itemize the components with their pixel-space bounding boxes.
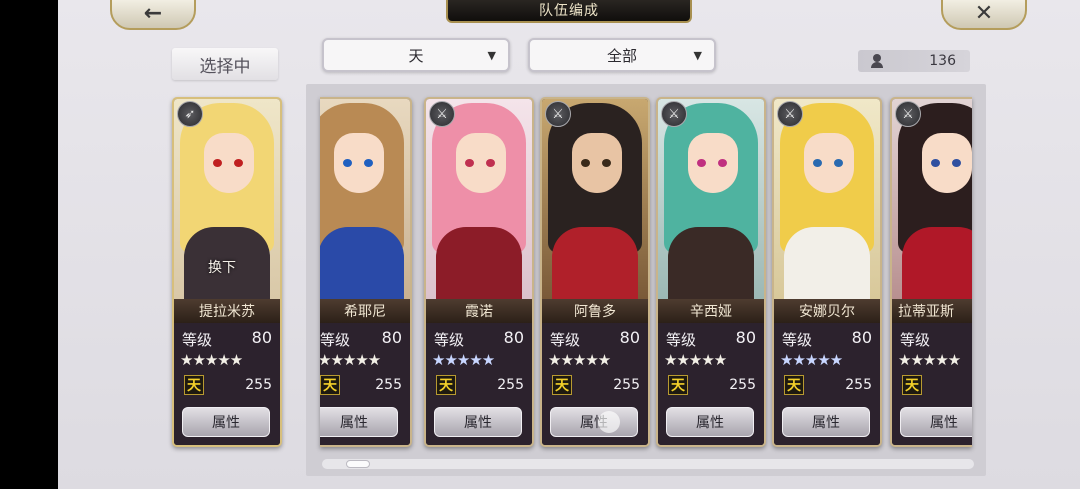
character-info: 等级 80 ★★★★★ 天 255 属性 — [774, 323, 880, 445]
chevron-down-icon: ▼ — [487, 49, 496, 62]
character-portrait — [426, 99, 532, 301]
power-value: 255 — [497, 377, 524, 393]
horizontal-scrollbar[interactable] — [322, 459, 974, 469]
attribute-badge-icon: 天 — [784, 375, 804, 395]
attribute-badge-icon: 天 — [184, 375, 204, 395]
category-filter-dropdown[interactable]: 全部 ▼ — [528, 38, 716, 72]
back-arrow-icon: ← — [143, 0, 163, 26]
attribute-badge-icon: 天 — [320, 375, 340, 395]
character-info: 等级 80 ★★★★★ 天 255 属性 — [426, 323, 532, 445]
weapon-class-icon: ⚔ — [545, 101, 571, 127]
star-rating: ★★★★★ — [548, 351, 611, 369]
character-card[interactable]: ⚔ 霞诺 等级 80 ★★★★★ 天 255 属性 — [424, 97, 534, 447]
power-value: 255 — [729, 377, 756, 393]
power-value: 255 — [845, 377, 872, 393]
user-icon — [870, 54, 884, 68]
character-name: 希耶尼 — [320, 299, 410, 323]
rank-filter-dropdown[interactable]: 天 ▼ — [322, 38, 510, 72]
character-name: 拉蒂亚斯 — [892, 299, 972, 323]
selected-character-card[interactable]: ➶ 换下 提拉米苏 等级 80 ★★★★★ 天 255 属性 — [172, 97, 282, 447]
weapon-class-icon: ⚔ — [895, 101, 921, 127]
attribute-badge-icon: 天 — [668, 375, 688, 395]
character-card[interactable]: 希耶尼 等级 80 ★★★★★ 天 255 属性 — [320, 97, 412, 447]
character-name: 辛西娅 — [658, 299, 764, 323]
character-card[interactable]: ⚔ 阿鲁多 等级 80 ★★★★★ 天 255 属性 — [540, 97, 650, 447]
level-value: 80 — [735, 328, 756, 347]
character-info: 等级 80 ★★★★★ 天 255 属性 — [320, 323, 410, 445]
character-portrait — [892, 99, 972, 301]
team-formation-screen: ← 队伍编成 ✕ 选择中 天 ▼ 全部 ▼ 136 ➶ 换下 提拉米苏 等级 8… — [58, 0, 1080, 489]
attribute-badge-icon: 天 — [552, 375, 572, 395]
level-value: 80 — [619, 328, 640, 347]
star-rating: ★★★★★ — [898, 351, 961, 369]
attribute-button[interactable]: 属性 — [434, 407, 522, 437]
star-rating: ★★★★★ — [664, 351, 727, 369]
weapon-class-icon: ➶ — [177, 101, 203, 127]
level-label: 等级 — [666, 331, 697, 349]
star-rating: ★★★★★ — [320, 351, 381, 369]
level-label: 等级 — [182, 331, 213, 349]
level-label: 等级 — [434, 331, 465, 349]
character-portrait — [658, 99, 764, 301]
close-icon: ✕ — [974, 0, 994, 26]
character-portrait — [774, 99, 880, 301]
star-rating: ★★★★★ — [780, 351, 843, 369]
weapon-class-icon: ⚔ — [661, 101, 687, 127]
character-name: 安娜贝尔 — [774, 299, 880, 323]
power-value: 255 — [613, 377, 640, 393]
level-value: 80 — [851, 328, 872, 347]
touch-indicator — [598, 411, 620, 433]
attribute-button[interactable]: 属性 — [550, 407, 638, 437]
star-rating: ★★★★★ — [432, 351, 495, 369]
chevron-down-icon: ▼ — [693, 49, 702, 62]
star-rating: ★★★★★ — [180, 351, 243, 369]
character-info: 等级 80 ★★★★★ 天 255 属性 — [658, 323, 764, 445]
level-value: 80 — [381, 328, 402, 347]
power-value: 255 — [245, 377, 272, 393]
roster-count-badge: 136 — [858, 50, 970, 72]
level-label: 等级 — [550, 331, 581, 349]
close-button[interactable]: ✕ — [941, 0, 1027, 30]
character-info: 等级 80 ★★★★★ 天 255 属性 — [892, 323, 972, 445]
weapon-class-icon: ⚔ — [777, 101, 803, 127]
roster-count: 136 — [929, 53, 956, 69]
level-label: 等级 — [320, 331, 351, 349]
character-card[interactable]: ⚔ 辛西娅 等级 80 ★★★★★ 天 255 属性 — [656, 97, 766, 447]
rank-filter-value: 天 — [408, 46, 424, 65]
attribute-button[interactable]: 属性 — [320, 407, 398, 437]
character-card[interactable]: ⚔ 拉蒂亚斯 等级 80 ★★★★★ 天 255 属性 — [890, 97, 972, 447]
attribute-button[interactable]: 属性 — [782, 407, 870, 437]
swap-label: 换下 — [208, 260, 236, 276]
category-filter-value: 全部 — [606, 46, 637, 65]
left-letterbox — [0, 0, 58, 489]
character-name: 霞诺 — [426, 299, 532, 323]
level-value: 80 — [503, 328, 524, 347]
character-portrait — [320, 99, 410, 301]
attribute-badge-icon: 天 — [436, 375, 456, 395]
attribute-badge-icon: 天 — [902, 375, 922, 395]
attribute-button[interactable]: 属性 — [182, 407, 270, 437]
back-button[interactable]: ← — [110, 0, 196, 30]
level-label: 等级 — [782, 331, 813, 349]
character-card[interactable]: ⚔ 安娜贝尔 等级 80 ★★★★★ 天 255 属性 — [772, 97, 882, 447]
weapon-class-icon: ⚔ — [429, 101, 455, 127]
scrollbar-thumb[interactable] — [346, 460, 370, 468]
character-name: 提拉米苏 — [174, 299, 280, 323]
level-value: 80 — [251, 328, 272, 347]
page-title: 队伍编成 — [446, 0, 692, 23]
character-portrait — [542, 99, 648, 301]
character-name: 阿鲁多 — [542, 299, 648, 323]
attribute-button[interactable]: 属性 — [666, 407, 754, 437]
selecting-label: 选择中 — [172, 48, 278, 80]
character-info: 等级 80 ★★★★★ 天 255 属性 — [174, 323, 280, 445]
attribute-button[interactable]: 属性 — [900, 407, 972, 437]
power-value: 255 — [375, 377, 402, 393]
level-label: 等级 — [900, 331, 931, 349]
character-info: 等级 80 ★★★★★ 天 255 属性 — [542, 323, 648, 445]
